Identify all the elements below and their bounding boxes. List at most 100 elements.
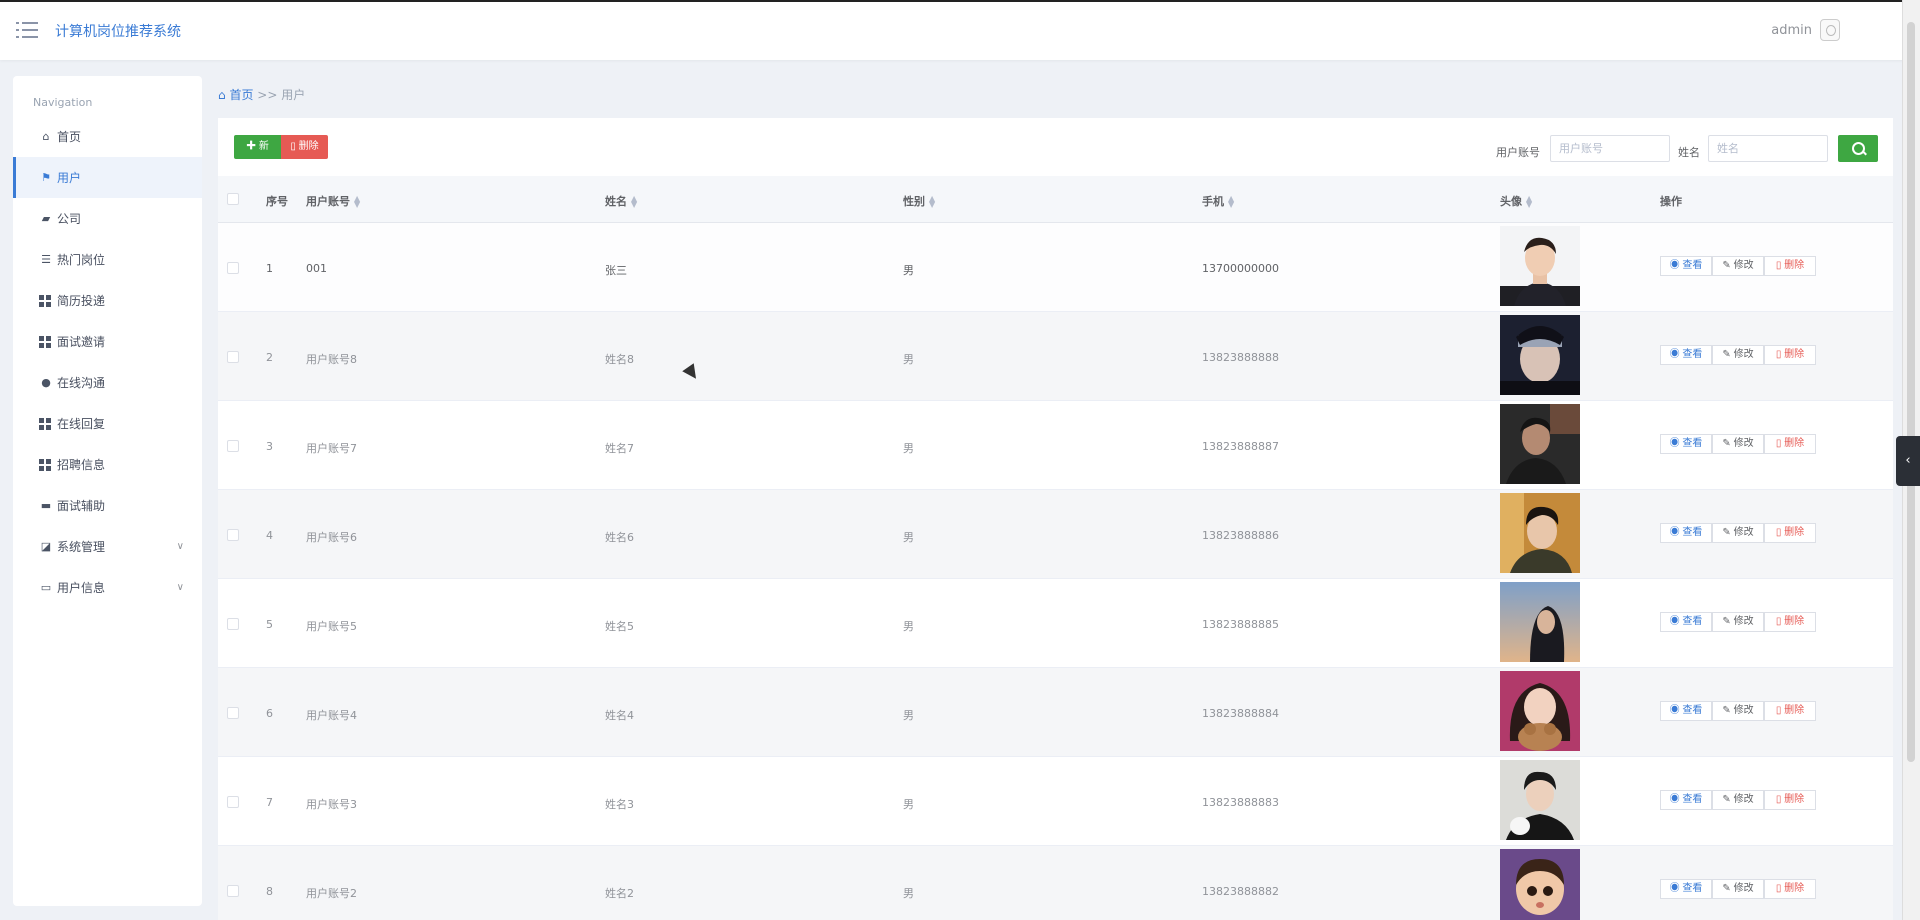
avatar [1500, 226, 1580, 306]
row-phone: 13823888886 [1202, 529, 1279, 542]
sidebar-item-user-info[interactable]: ▭ 用户信息 ∨ [13, 567, 202, 608]
select-all-checkbox[interactable] [227, 193, 239, 205]
avatar [1500, 671, 1580, 751]
row-delete-button[interactable]: ▯ 删除 [1764, 879, 1816, 899]
sidebar-item-interview-invite[interactable]: 面试邀请 [13, 321, 202, 362]
view-button[interactable]: ◉ 查看 [1660, 256, 1712, 276]
account-search-label: 用户账号 [1496, 146, 1540, 159]
table-header: 序号 用户账号 ▲ ▼ 姓名 ▲ ▼ 性别 ▲ ▼ 手机 ▲ ▼ 头像 ▲ ▼ 操作 [218, 176, 1893, 223]
row-account: 用户账号2 [306, 887, 357, 900]
header-avatar-label: 头像 [1500, 195, 1522, 208]
view-button-label: 查看 [1682, 705, 1703, 716]
header-gender[interactable]: 性别 ▲ ▼ [903, 193, 935, 209]
sidebar-item-users[interactable]: ⚑ 用户 [13, 157, 202, 198]
sidebar-item-company[interactable]: ▰ 公司 [13, 198, 202, 239]
sidebar-item-job-postings[interactable]: 招聘信息 [13, 444, 202, 485]
view-button[interactable]: ◉ 查看 [1660, 345, 1712, 365]
sidebar-item-interview-assist[interactable]: ▬ 面试辅助 [13, 485, 202, 526]
row-delete-button[interactable]: ▯ 删除 [1764, 256, 1816, 276]
edit-button-label: 修改 [1733, 527, 1754, 538]
view-button-label: 查看 [1682, 794, 1703, 805]
view-button[interactable]: ◉ 查看 [1660, 790, 1712, 810]
edit-button[interactable]: ✎ 修改 [1712, 256, 1764, 276]
list-icon: ☰ [41, 252, 51, 266]
card-icon: ▭ [40, 580, 52, 594]
sidebar-item-label: 用户 [57, 171, 82, 185]
header-avatar[interactable]: 头像 ▲ ▼ [1500, 193, 1532, 209]
row-delete-button[interactable]: ▯ 删除 [1764, 434, 1816, 454]
table-row: 4 用户账号6 姓名6 男 13823888886 ◉ 查看 ✎ 修改 ▯ 删除 [218, 490, 1893, 579]
row-checkbox[interactable] [227, 351, 239, 363]
edit-button[interactable]: ✎ 修改 [1712, 790, 1764, 810]
sort-icon[interactable]: ▲ ▼ [354, 195, 360, 209]
account-search-input[interactable] [1550, 135, 1670, 162]
add-button[interactable]: ✚ 新增 [234, 135, 281, 176]
row-name: 姓名3 [605, 798, 634, 811]
header-phone[interactable]: 手机 ▲ ▼ [1202, 193, 1234, 209]
view-button[interactable]: ◉ 查看 [1660, 434, 1712, 454]
name-search-input[interactable] [1708, 135, 1828, 162]
row-index: 4 [266, 529, 273, 542]
row-checkbox[interactable] [227, 618, 239, 630]
row-delete-button[interactable]: ▯ 删除 [1764, 612, 1816, 632]
table-row: 3 用户账号7 姓名7 男 13823888887 ◉ 查看 ✎ 修改 ▯ 删除 [218, 401, 1893, 490]
sidebar-item-system-management[interactable]: ◪ 系统管理 ∨ [13, 526, 202, 567]
scrollbar-thumb[interactable] [1907, 22, 1915, 762]
row-phone: 13823888884 [1202, 707, 1279, 720]
sidebar-item-online-chat[interactable]: ● 在线沟通 [13, 362, 202, 403]
edit-button[interactable]: ✎ 修改 [1712, 523, 1764, 543]
edit-button[interactable]: ✎ 修改 [1712, 701, 1764, 721]
row-checkbox[interactable] [227, 529, 239, 541]
row-gender: 男 [903, 887, 914, 900]
edit-button[interactable]: ✎ 修改 [1712, 879, 1764, 899]
avatar [1500, 315, 1580, 395]
row-checkbox[interactable] [227, 707, 239, 719]
row-checkbox[interactable] [227, 262, 239, 274]
sort-icon[interactable]: ▲ ▼ [1228, 195, 1234, 209]
sidebar-item-hot-jobs[interactable]: ☰ 热门岗位 [13, 239, 202, 280]
sort-icon[interactable]: ▲ ▼ [631, 195, 637, 209]
sidebar-item-home[interactable]: ⌂ 首页 [13, 116, 202, 157]
row-checkbox[interactable] [227, 885, 239, 897]
breadcrumb-home[interactable]: ⌂ 首页 [218, 88, 253, 102]
delete-button[interactable]: ▯ 删除 [281, 135, 328, 159]
row-delete-button[interactable]: ▯ 删除 [1764, 523, 1816, 543]
sidebar-item-label: 首页 [57, 130, 82, 144]
view-button[interactable]: ◉ 查看 [1660, 523, 1712, 543]
header-account-label: 用户账号 [306, 195, 350, 208]
collapse-panel-chevron-left-icon[interactable]: ‹ [1896, 436, 1920, 486]
table-row: 1 001 张三 男 13700000000 ◉ 查看 ✎ 修改 ▯ 删除 [218, 223, 1893, 312]
table-row: 6 用户账号4 姓名4 男 13823888884 ◉ 查看 ✎ 修改 ▯ 删除 [218, 668, 1893, 757]
edit-button[interactable]: ✎ 修改 [1712, 434, 1764, 454]
search-button[interactable] [1838, 135, 1878, 162]
header-account[interactable]: 用户账号 ▲ ▼ [306, 193, 360, 209]
edit-button[interactable]: ✎ 修改 [1712, 345, 1764, 365]
view-button[interactable]: ◉ 查看 [1660, 612, 1712, 632]
avatar [1500, 582, 1580, 662]
header-name-label: 姓名 [605, 195, 627, 208]
row-gender: 男 [903, 442, 914, 455]
row-gender: 男 [903, 620, 914, 633]
row-checkbox[interactable] [227, 440, 239, 452]
row-index: 6 [266, 707, 273, 720]
header-phone-label: 手机 [1202, 195, 1224, 208]
row-delete-button[interactable]: ▯ 删除 [1764, 790, 1816, 810]
sidebar-item-resume-submission[interactable]: 简历投递 [13, 280, 202, 321]
sort-icon[interactable]: ▲ ▼ [1526, 195, 1532, 209]
row-delete-button[interactable]: ▯ 删除 [1764, 345, 1816, 365]
user-avatar-icon[interactable] [1820, 19, 1840, 41]
view-button[interactable]: ◉ 查看 [1660, 701, 1712, 721]
row-checkbox[interactable] [227, 796, 239, 808]
header-name[interactable]: 姓名 ▲ ▼ [605, 193, 637, 209]
row-delete-button[interactable]: ▯ 删除 [1764, 701, 1816, 721]
row-phone: 13823888885 [1202, 618, 1279, 631]
admin-username[interactable]: admin [1771, 23, 1812, 38]
row-phone: 13823888887 [1202, 440, 1279, 453]
view-button[interactable]: ◉ 查看 [1660, 879, 1712, 899]
menu-toggle-icon[interactable] [16, 22, 38, 40]
edit-button[interactable]: ✎ 修改 [1712, 612, 1764, 632]
row-index: 2 [266, 351, 273, 364]
row-gender: 男 [903, 709, 914, 722]
sort-icon[interactable]: ▲ ▼ [929, 195, 935, 209]
sidebar-item-online-reply[interactable]: 在线回复 [13, 403, 202, 444]
